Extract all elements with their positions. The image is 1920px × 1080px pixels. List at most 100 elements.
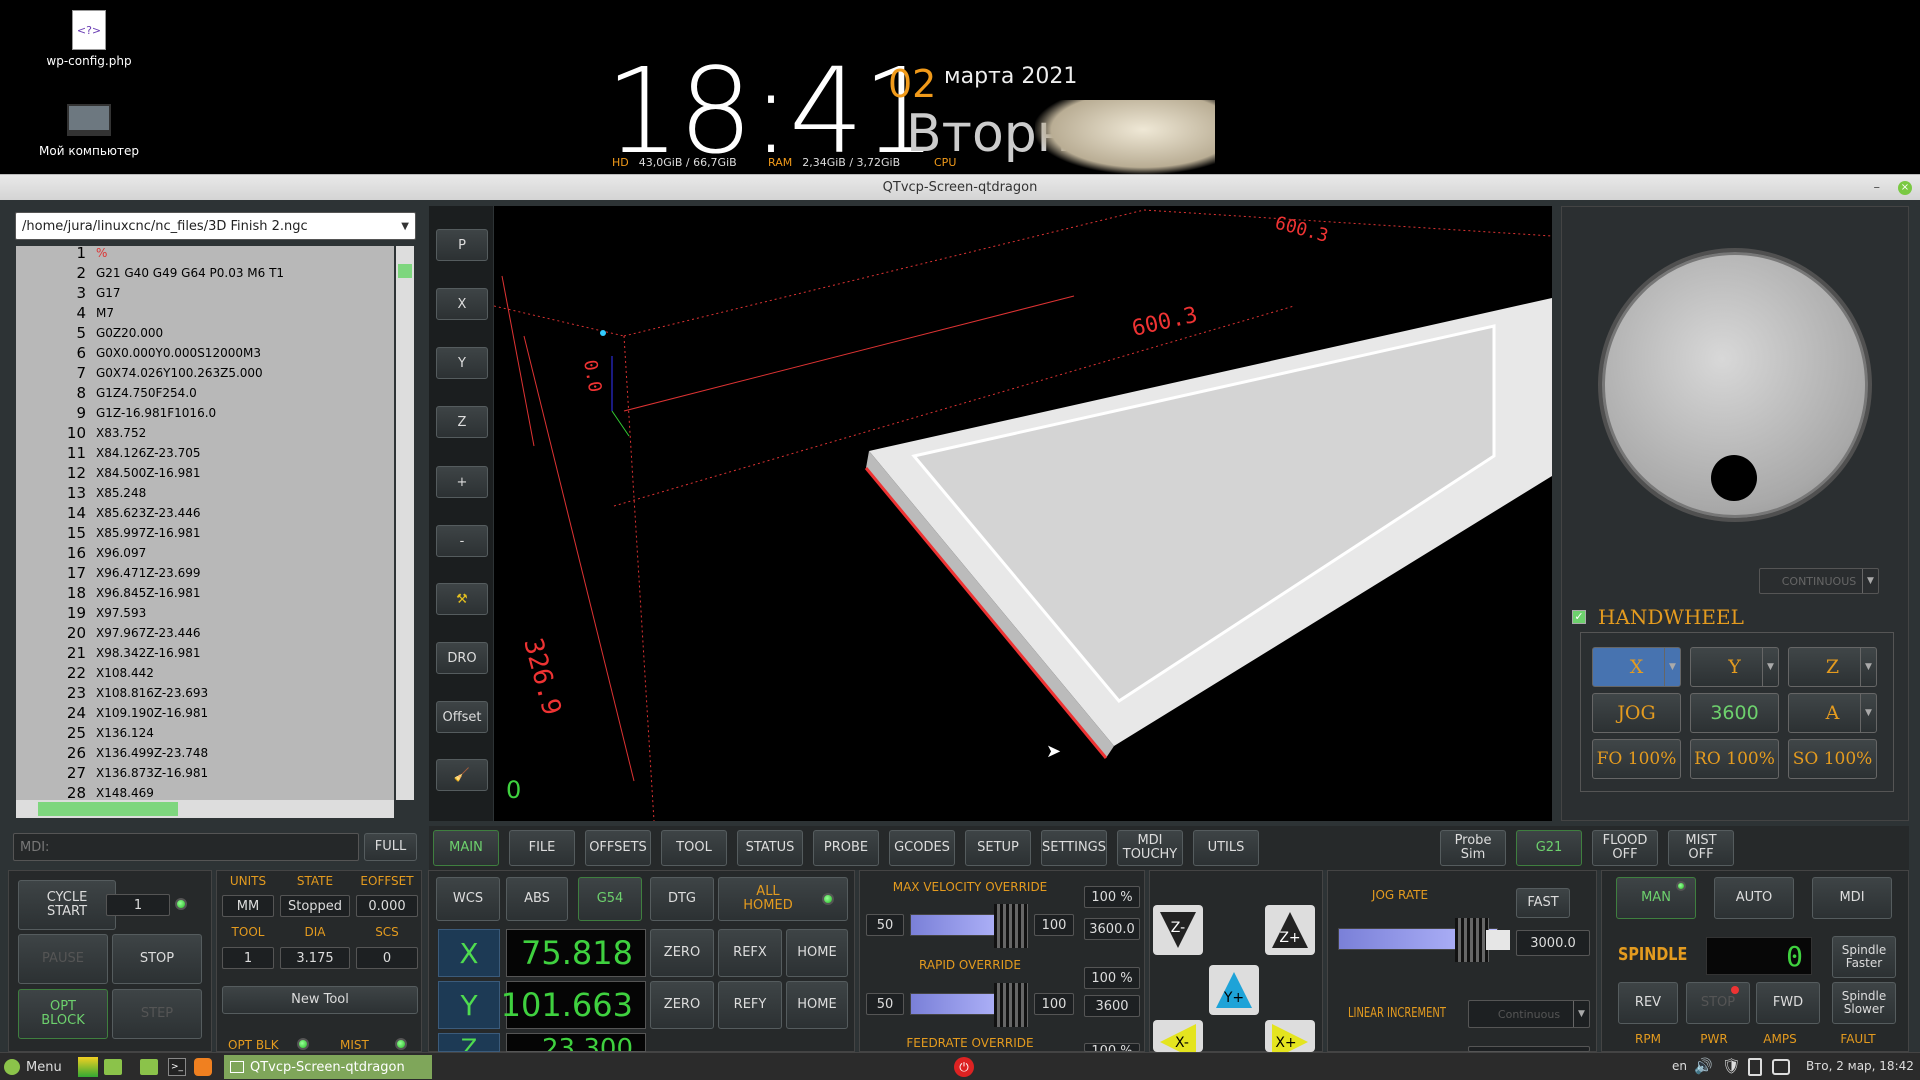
gcode-line[interactable]: 9 G1Z-16.981F1016.0	[16, 403, 394, 423]
cycle-count[interactable]: 1	[106, 894, 170, 916]
handwheel-jog-button[interactable]: JOG	[1592, 693, 1681, 733]
gcode-line[interactable]: 21 X98.342Z-16.981	[16, 643, 394, 663]
notification-icon[interactable]	[1772, 1059, 1790, 1075]
linuxcnc-launcher-icon[interactable]	[78, 1057, 98, 1077]
home-y-button[interactable]: HOME	[786, 981, 848, 1029]
gcode-line[interactable]: 16 X96.097	[16, 543, 394, 563]
x-axis-select[interactable]: X	[438, 929, 500, 977]
gcode-line[interactable]: 7 G0X74.026Y100.263Z5.000	[16, 363, 394, 383]
view-p-button[interactable]: P	[436, 229, 488, 261]
opt-block-button[interactable]: OPT BLOCK	[18, 989, 108, 1039]
zoom-out-button[interactable]: -	[436, 525, 488, 557]
gcode-line[interactable]: 6 G0X0.000Y0.000S12000M3	[16, 343, 394, 363]
tab-main[interactable]: MAIN	[433, 830, 499, 866]
gcode-line[interactable]: 17 X96.471Z-23.699	[16, 563, 394, 583]
gcode-line[interactable]: 5 G0Z20.000	[16, 323, 394, 343]
gcode-line[interactable]: 13 X85.248	[16, 483, 394, 503]
gcode-line[interactable]: 23 X108.816Z-23.693	[16, 683, 394, 703]
gcode-line[interactable]: 10 X83.752	[16, 423, 394, 443]
new-tool-button[interactable]: New Tool	[222, 986, 418, 1014]
mist-button[interactable]: MIST OFF	[1668, 830, 1734, 866]
zero-x-button[interactable]: ZERO	[650, 929, 714, 977]
gcode-line[interactable]: 22 X108.442	[16, 663, 394, 683]
refy-button[interactable]: REFY	[718, 981, 782, 1029]
dro-toggle-button[interactable]: DRO	[436, 642, 488, 674]
max-velocity-min-button[interactable]: 50	[866, 914, 904, 936]
y-axis-select[interactable]: Y	[438, 981, 500, 1029]
terminal-launcher-icon[interactable]: >_	[168, 1058, 186, 1076]
refx-button[interactable]: REFX	[718, 929, 782, 977]
jog-z-minus-button[interactable]: Z-	[1153, 905, 1203, 955]
handwheel-axis-a[interactable]: A ▼	[1788, 693, 1877, 733]
handwheel-mode-select[interactable]: CONTINUOUS ▼	[1759, 568, 1879, 594]
jog-fast-button[interactable]: FAST	[1516, 888, 1570, 918]
gcode-line[interactable]: 24 X109.190Z-16.981	[16, 703, 394, 723]
gcode-line[interactable]: 3 G17	[16, 283, 394, 303]
tab-mdi-touchy[interactable]: MDI TOUCHY	[1117, 830, 1183, 866]
scrollbar-thumb[interactable]	[38, 802, 178, 816]
handwheel-steps[interactable]: 3600	[1690, 693, 1779, 733]
gcode-line[interactable]: 1%	[16, 243, 394, 263]
tab-utils[interactable]: UTILS	[1193, 830, 1259, 866]
files-launcher-icon[interactable]	[140, 1059, 158, 1075]
handwheel-so-button[interactable]: SO 100%	[1788, 739, 1877, 779]
gcode-line[interactable]: 25 X136.124	[16, 723, 394, 743]
spindle-stop-button[interactable]: STOP	[1686, 982, 1750, 1024]
taskbar-datetime[interactable]: Вто, 2 мар, 18:42	[1806, 1059, 1914, 1073]
tab-file[interactable]: FILE	[509, 830, 575, 866]
gcode-line[interactable]: 15 X85.997Z-16.981	[16, 523, 394, 543]
tab-status[interactable]: STATUS	[737, 830, 803, 866]
view-y-button[interactable]: Y	[436, 347, 488, 379]
desktop-icon-wp-config[interactable]: <?> wp-config.php	[34, 10, 144, 68]
rapid-min-button[interactable]: 50	[866, 993, 904, 1015]
gcode-line[interactable]: 11 X84.126Z-23.705	[16, 443, 394, 463]
linear-increment-select[interactable]: Continuous ▼	[1468, 1000, 1590, 1028]
stop-button[interactable]: STOP	[112, 934, 202, 984]
taskbar-window-qtdragon[interactable]: QTvcp-Screen-qtdragon	[224, 1055, 432, 1079]
close-icon[interactable]: ×	[1898, 181, 1912, 195]
home-x-button[interactable]: HOME	[786, 929, 848, 977]
handwheel-axis-z[interactable]: Z ▼	[1788, 647, 1877, 687]
abs-button[interactable]: ABS	[506, 877, 568, 921]
minimize-icon[interactable]: –	[1874, 175, 1881, 201]
power-icon[interactable]: ⏻	[954, 1057, 974, 1077]
view-x-button[interactable]: X	[436, 288, 488, 320]
clipboard-icon[interactable]	[1748, 1058, 1762, 1076]
g21-button[interactable]: G21	[1516, 830, 1582, 866]
volume-icon[interactable]: 🔊	[1694, 1057, 1713, 1075]
tab-setup[interactable]: SETUP	[965, 830, 1031, 866]
pause-button[interactable]: PAUSE	[18, 934, 108, 984]
probe-sim-button[interactable]: Probe Sim	[1440, 830, 1506, 866]
clear-preview-button[interactable]: 🧹	[436, 759, 488, 791]
tab-tool[interactable]: TOOL	[661, 830, 727, 866]
z-axis-select[interactable]: Z	[438, 1033, 500, 1052]
tab-offsets[interactable]: OFFSETS	[585, 830, 651, 866]
window-titlebar[interactable]: QTvcp-Screen-qtdragon – ×	[0, 174, 1920, 200]
auto-mode-button[interactable]: AUTO	[1714, 877, 1794, 919]
mdi-input[interactable]: MDI:	[13, 833, 359, 861]
rapid-max-button[interactable]: 100	[1034, 993, 1074, 1015]
zoom-in-button[interactable]: +	[436, 466, 488, 498]
gcode-line[interactable]: 4 M7	[16, 303, 394, 323]
handwheel-ro-button[interactable]: RO 100%	[1690, 739, 1779, 779]
handwheel-axis-x[interactable]: X ▼	[1592, 647, 1681, 687]
spindle-faster-button[interactable]: Spindle Faster	[1832, 936, 1896, 978]
jog-z-plus-button[interactable]: Z+	[1265, 905, 1315, 955]
gcode-line[interactable]: 26 X136.499Z-23.748	[16, 743, 394, 763]
gcode-line[interactable]: 8 G1Z4.750F254.0	[16, 383, 394, 403]
offset-toggle-button[interactable]: Offset	[436, 701, 488, 733]
shield-icon[interactable]: 🛡	[1722, 1057, 1741, 1075]
spindle-rev-button[interactable]: REV	[1618, 982, 1678, 1024]
cycle-start-button[interactable]: CYCLE START	[18, 880, 116, 930]
view-z-button[interactable]: Z	[436, 406, 488, 438]
jog-x-minus-button[interactable]: X-	[1153, 1020, 1203, 1052]
folder-launcher-icon[interactable]	[104, 1059, 122, 1075]
handwheel-fo-button[interactable]: FO 100%	[1592, 739, 1681, 779]
mdi-full-button[interactable]: FULL	[364, 833, 417, 861]
jog-y-plus-button[interactable]: Y+	[1209, 965, 1259, 1015]
step-button[interactable]: STEP	[112, 989, 202, 1039]
zero-y-button[interactable]: ZERO	[650, 981, 714, 1029]
mdi-mode-button[interactable]: MDI	[1812, 877, 1892, 919]
gcode-line[interactable]: 27 X136.873Z-16.981	[16, 763, 394, 783]
view-tool-button[interactable]: ⚒	[436, 583, 488, 615]
